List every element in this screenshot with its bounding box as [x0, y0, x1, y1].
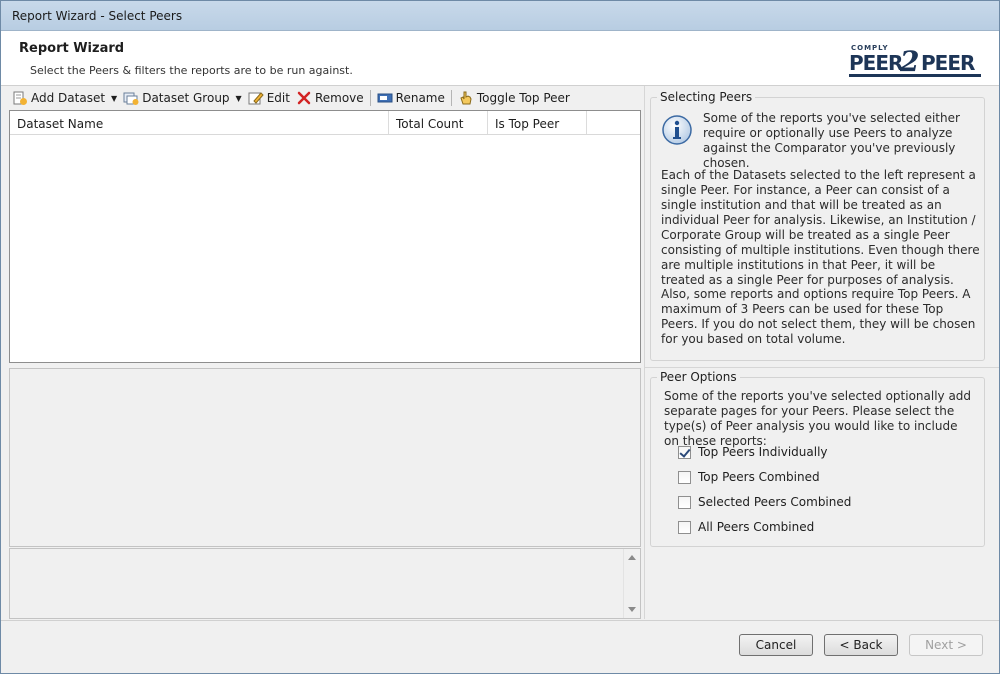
selecting-peers-legend: Selecting Peers [657, 90, 756, 104]
dataset-grid[interactable]: Dataset Name Total Count Is Top Peer [9, 110, 641, 363]
right-panel-divider [644, 367, 999, 368]
label-top-peers-combined[interactable]: Top Peers Combined [698, 470, 820, 484]
peer-options-legend: Peer Options [657, 370, 740, 384]
add-dataset-dropdown-icon[interactable]: ▼ [111, 94, 117, 103]
rename-icon [377, 93, 393, 103]
grid-header: Dataset Name Total Count Is Top Peer [10, 111, 640, 135]
dataset-group-dropdown-icon[interactable]: ▼ [236, 94, 242, 103]
peer-options-description: Some of the reports you've selected opti… [664, 389, 972, 448]
toggle-top-peer-label: Toggle Top Peer [476, 91, 570, 105]
dataset-toolbar: Add Dataset ▼ Dataset Group ▼ Edit Remov… [9, 87, 641, 109]
checkbox-top-peers-individually[interactable] [678, 445, 691, 459]
info-icon [662, 115, 692, 145]
toggle-hand-icon [460, 91, 472, 105]
rename-label: Rename [395, 91, 445, 105]
add-dataset-icon [13, 91, 27, 105]
dataset-group-button[interactable]: Dataset Group ▼ [120, 88, 245, 108]
report-wizard-window: Report Wizard - Select Peers Report Wiza… [0, 0, 1000, 674]
edit-label: Edit [266, 91, 290, 105]
option-selected-peers-combined[interactable]: Selected Peers Combined [678, 495, 851, 509]
logo-underline [849, 74, 981, 77]
logo-peer-left: PEER [849, 51, 903, 75]
remove-button[interactable]: Remove [293, 88, 367, 108]
rename-button[interactable]: Rename [374, 88, 448, 108]
wizard-subtitle: Select the Peers & filters the reports a… [30, 64, 353, 77]
peer2peer-logo: COMPLY PEER 2 PEER [849, 44, 981, 78]
add-dataset-button[interactable]: Add Dataset ▼ [9, 88, 120, 108]
wizard-title: Report Wizard [19, 41, 125, 56]
window-titlebar: Report Wizard - Select Peers [1, 1, 999, 31]
scroll-up-icon[interactable] [628, 555, 636, 560]
remove-x-icon [297, 91, 311, 105]
back-button[interactable]: < Back [824, 634, 898, 656]
label-top-peers-individually[interactable]: Top Peers Individually [698, 445, 828, 459]
label-all-peers-combined[interactable]: All Peers Combined [698, 520, 814, 534]
toolbar-separator [369, 90, 371, 106]
wizard-header: Report Wizard Select the Peers & filters… [1, 31, 999, 86]
dataset-group-icon [123, 92, 139, 105]
column-total-count[interactable]: Total Count [389, 111, 488, 134]
option-all-peers-combined[interactable]: All Peers Combined [678, 520, 814, 534]
column-is-top-peer[interactable]: Is Top Peer [488, 111, 587, 134]
window-title: Report Wizard - Select Peers [12, 9, 183, 23]
dataset-group-label: Dataset Group [142, 91, 230, 105]
cancel-button[interactable]: Cancel [739, 634, 813, 656]
next-button[interactable]: Next > [909, 634, 983, 656]
remove-label: Remove [314, 91, 364, 105]
selecting-peers-paragraph-1: Each of the Datasets selected to the lef… [661, 168, 980, 287]
scroll-down-icon[interactable] [628, 607, 636, 612]
notes-scrollbar[interactable] [623, 549, 640, 618]
column-dataset-name[interactable]: Dataset Name [10, 111, 389, 134]
filter-panel [9, 368, 641, 547]
add-dataset-label: Add Dataset [31, 91, 106, 105]
toggle-top-peer-button[interactable]: Toggle Top Peer [455, 88, 573, 108]
option-top-peers-combined[interactable]: Top Peers Combined [678, 470, 820, 484]
edit-pencil-icon [248, 92, 264, 105]
edit-button[interactable]: Edit [245, 88, 293, 108]
option-top-peers-individually[interactable]: Top Peers Individually [678, 445, 828, 459]
label-selected-peers-combined[interactable]: Selected Peers Combined [698, 495, 851, 509]
notes-area[interactable] [9, 548, 641, 619]
selecting-peers-paragraph-2: Also, some reports and options require T… [661, 287, 976, 346]
selecting-peers-group: Selecting Peers Some of the reports you'… [650, 90, 985, 361]
peer-options-group: Peer Options Some of the reports you've … [650, 370, 985, 547]
footer-divider [1, 620, 999, 621]
checkbox-selected-peers-combined[interactable] [678, 495, 691, 509]
checkbox-top-peers-combined[interactable] [678, 470, 691, 484]
selecting-peers-lead: Some of the reports you've selected eith… [703, 111, 960, 170]
checkbox-all-peers-combined[interactable] [678, 520, 691, 534]
toolbar-separator [450, 90, 452, 106]
logo-peer-right: PEER [921, 51, 975, 75]
